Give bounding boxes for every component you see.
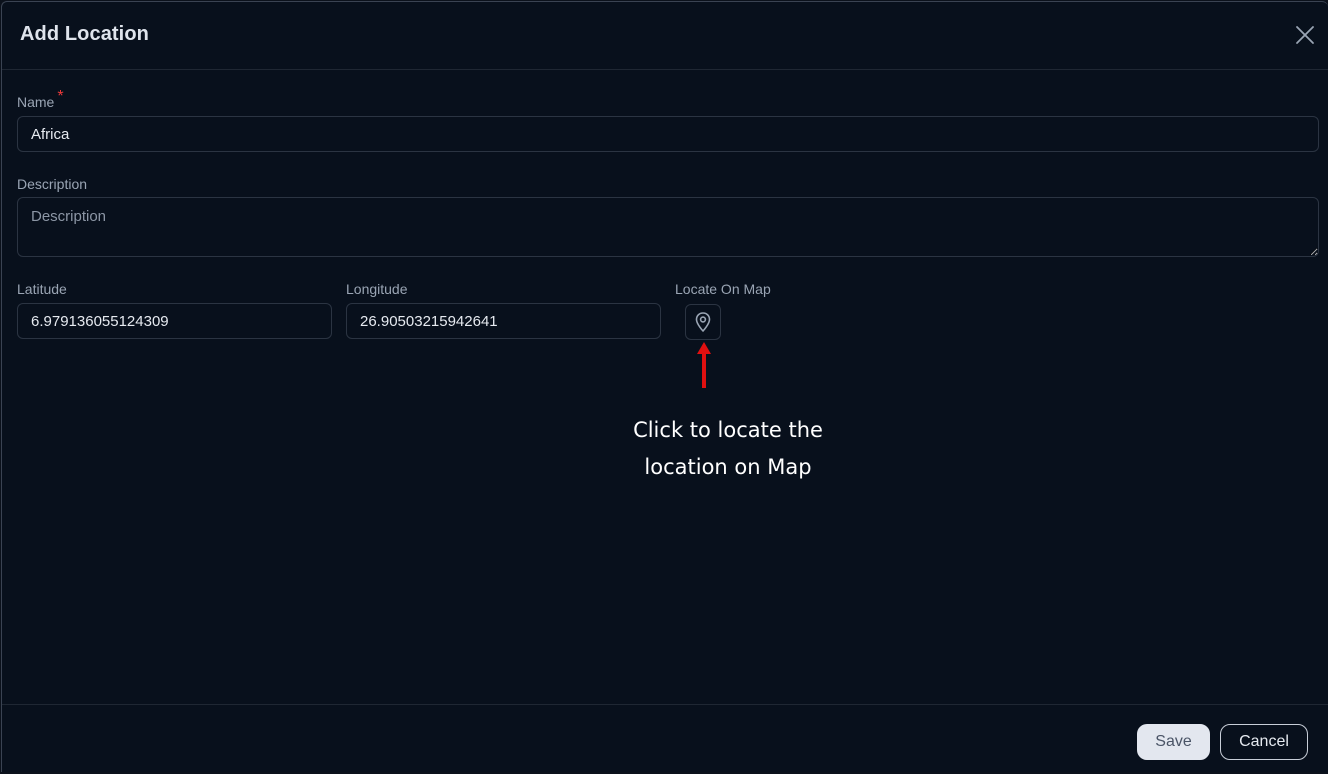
add-location-dialog: Add Location Name* Description Latitude …	[1, 1, 1328, 772]
longitude-input[interactable]	[346, 303, 661, 339]
description-label: Description	[17, 176, 88, 192]
locate-on-map-label: Locate On Map	[675, 281, 771, 297]
annotation-arrow-icon	[697, 342, 711, 388]
description-textarea[interactable]	[17, 197, 1319, 257]
annotation-line-1: Click to locate the	[633, 418, 823, 442]
close-button[interactable]	[1294, 24, 1316, 46]
save-button[interactable]: Save	[1137, 724, 1210, 760]
locate-on-map-button[interactable]	[685, 304, 721, 340]
annotation-line-2: location on Map	[644, 455, 812, 479]
dialog-footer: Save Cancel	[2, 704, 1328, 774]
dialog-header: Add Location	[2, 2, 1328, 70]
latitude-input[interactable]	[17, 303, 332, 339]
longitude-label: Longitude	[346, 281, 408, 297]
required-mark: *	[57, 88, 64, 105]
cancel-button[interactable]: Cancel	[1220, 724, 1308, 760]
name-label: Name *	[17, 88, 64, 110]
annotation-text: Click to locate the location on Map	[598, 412, 858, 486]
latitude-label: Latitude	[17, 281, 67, 297]
close-icon	[1296, 26, 1314, 44]
map-pin-icon	[695, 312, 711, 332]
dialog-title: Add Location	[20, 23, 149, 45]
name-input[interactable]	[17, 116, 1319, 152]
